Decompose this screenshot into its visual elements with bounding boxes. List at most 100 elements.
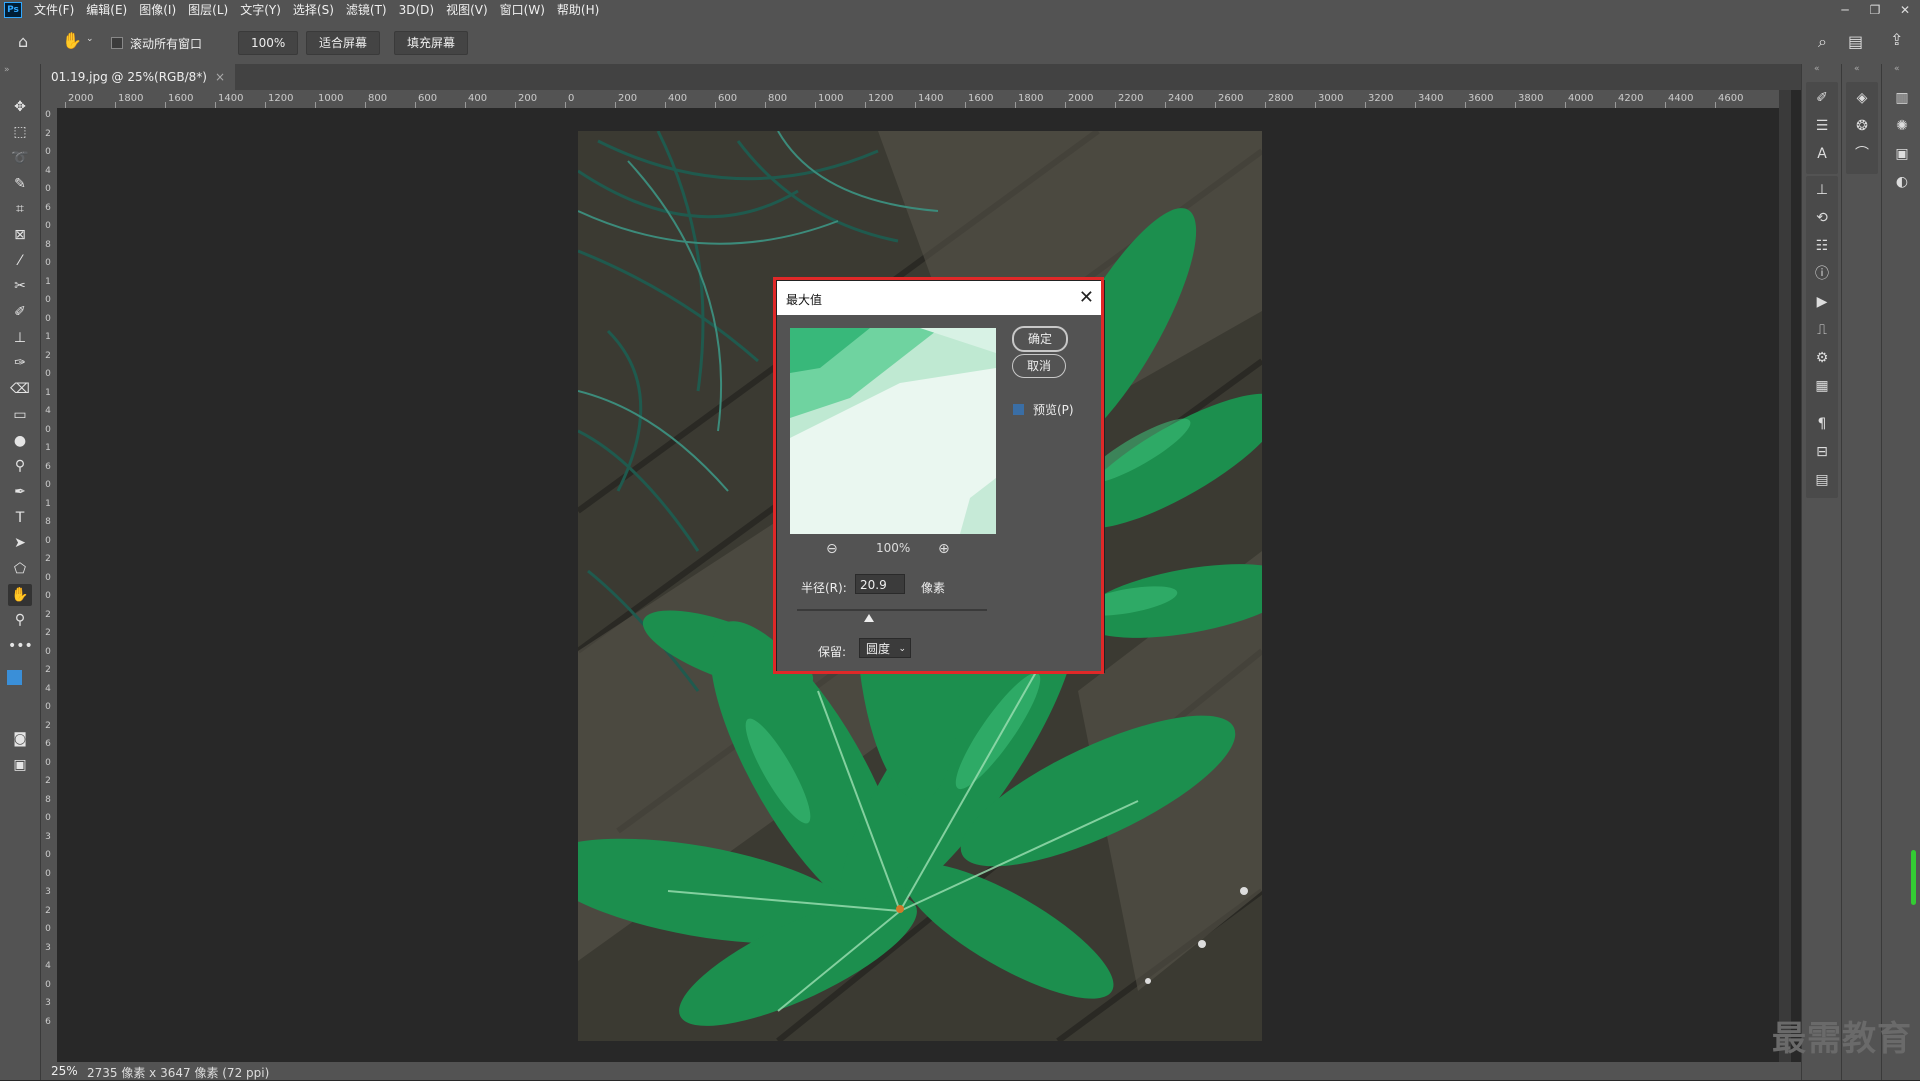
menu-help[interactable]: 帮助(H) [551, 0, 605, 20]
navigator-icon[interactable]: ✺ [1892, 116, 1912, 136]
fit-screen-button[interactable]: 适合屏幕 [306, 31, 381, 55]
healing-tool-icon[interactable]: ✂ [8, 275, 32, 297]
gradient-tool-icon[interactable]: ▭ [8, 404, 32, 426]
type-tool-icon[interactable]: T [8, 507, 32, 529]
zoom-tool-icon[interactable]: ⚲ [8, 609, 32, 631]
screen-mode-icon[interactable]: ▣ [8, 754, 32, 776]
home-icon[interactable]: ⌂ [18, 32, 28, 51]
watermark: 最需教育 [1772, 1019, 1912, 1059]
character-icon[interactable]: A [1812, 144, 1832, 164]
menu-window[interactable]: 窗口(W) [494, 0, 551, 20]
lasso-tool-icon[interactable]: ➰ [8, 147, 32, 169]
zoom-100-button[interactable]: 100% [238, 31, 299, 55]
adjustments-icon[interactable]: ☰ [1812, 116, 1832, 136]
ruler-top-label: 3200 [1368, 93, 1394, 104]
info-icon[interactable]: ⓘ [1812, 264, 1832, 284]
history-brush-tool-icon[interactable]: ✑ [8, 352, 32, 374]
blur-tool-icon[interactable]: ● [8, 430, 32, 452]
glyphs-icon[interactable]: ⎍ [1812, 320, 1832, 340]
3d-icon[interactable]: ⚙ [1812, 348, 1832, 368]
ruler-left-label: 6 [45, 202, 51, 213]
brush-settings-icon[interactable]: ✐ [1812, 88, 1832, 108]
panel-scroll-indicator[interactable] [1911, 850, 1916, 905]
libraries-icon[interactable]: ▣ [1892, 144, 1912, 164]
ruler-top-label: 3400 [1418, 93, 1444, 104]
menu-select[interactable]: 选择(S) [287, 0, 340, 20]
menu-file[interactable]: 文件(F) [28, 0, 80, 20]
eraser-tool-icon[interactable]: ⌫ [8, 378, 32, 400]
color-icon[interactable]: ◐ [1892, 172, 1912, 192]
menu-edit[interactable]: 编辑(E) [80, 0, 133, 20]
actions-icon[interactable]: ▶ [1812, 292, 1832, 312]
menu-layer[interactable]: 图层(L) [182, 0, 234, 20]
ruler-top-label: 1600 [168, 93, 194, 104]
channels-icon[interactable]: ❂ [1852, 116, 1872, 136]
layers-icon[interactable]: ◈ [1852, 88, 1872, 108]
ruler-top-label: 4600 [1718, 93, 1744, 104]
marquee-tool-icon[interactable]: ⬚ [8, 121, 32, 143]
dodge-tool-icon[interactable]: ⚲ [8, 455, 32, 477]
chevron-down-icon[interactable]: ⌄ [86, 34, 94, 44]
pen-tool-icon[interactable]: ✒ [8, 481, 32, 503]
ruler-left-label: 0 [45, 424, 51, 435]
menu-type[interactable]: 文字(Y) [234, 0, 287, 20]
stamp-tool-icon[interactable]: ⊥ [8, 327, 32, 349]
menu-filter[interactable]: 滤镜(T) [340, 0, 393, 20]
restore-button[interactable]: ❐ [1860, 0, 1890, 20]
workspace-icon[interactable]: ▤ [1848, 32, 1863, 51]
shape-tool-icon[interactable]: ⬠ [8, 558, 32, 580]
properties-icon[interactable]: ☷ [1812, 236, 1832, 256]
status-zoom[interactable]: 25% [51, 1064, 78, 1078]
ruler-left-label: 1 [45, 387, 51, 398]
status-document-info[interactable]: 2735 像素 x 3647 像素 (72 ppi) [87, 1064, 269, 1081]
table-icon[interactable]: ▦ [1812, 376, 1832, 396]
more-tools-icon[interactable]: ••• [8, 635, 33, 657]
brush-tool-icon[interactable]: ✐ [8, 301, 32, 323]
path-select-tool-icon[interactable]: ➤ [8, 532, 32, 554]
paragraph-icon[interactable]: ¶ [1812, 414, 1832, 434]
hand-tool-button-icon[interactable]: ✋ [8, 584, 32, 606]
quick-select-tool-icon[interactable]: ✎ [8, 173, 32, 195]
menu-3d[interactable]: 3D(D) [393, 0, 440, 20]
document-tab-bar: 01.19.jpg @ 25%(RGB/8*) × [41, 64, 1801, 90]
quick-mask-icon[interactable]: ◙ [8, 728, 32, 750]
ruler-left-label: 0 [45, 850, 51, 860]
paths-icon[interactable]: ⌒ [1852, 144, 1872, 164]
ruler-top-label: 600 [418, 93, 438, 104]
ruler-top-label: 400 [668, 93, 688, 104]
hand-tool-icon[interactable]: ✋ [62, 31, 82, 50]
ruler-left-label: 1 [45, 443, 51, 453]
menu-image[interactable]: 图像(I) [133, 0, 182, 20]
layer-comps-icon[interactable]: ⊟ [1812, 442, 1832, 462]
search-icon[interactable]: ⌕ [1818, 32, 1827, 52]
share-icon[interactable]: ⇪ [1890, 30, 1903, 49]
scroll-all-windows-checkbox[interactable] [111, 37, 123, 49]
move-tool-icon[interactable]: ✥ [8, 96, 32, 118]
history-icon[interactable]: ⟲ [1812, 208, 1832, 228]
notes-icon[interactable]: ▤ [1812, 470, 1832, 490]
collapse-icon[interactable]: « [1894, 64, 1900, 74]
menu-view[interactable]: 视图(V) [440, 0, 494, 20]
document-tab[interactable]: 01.19.jpg @ 25%(RGB/8*) × [41, 64, 236, 90]
collapse-icon[interactable]: « [1814, 64, 1820, 74]
crop-tool-icon[interactable]: ⌗ [8, 198, 32, 220]
clone-source-icon[interactable]: ⊥ [1812, 180, 1832, 200]
histogram-icon[interactable]: ▥ [1892, 88, 1912, 108]
ruler-top-label: 1400 [918, 93, 944, 104]
ruler-top-label: 2000 [68, 93, 94, 104]
ruler-left-label: 6 [45, 1016, 51, 1027]
close-tab-icon[interactable]: × [215, 70, 225, 84]
ruler-top: 2000 1800 1600 1400 1200 1000 800 600 400 200 0 200… [41, 90, 1779, 109]
minimize-button[interactable]: ─ [1830, 0, 1860, 20]
canvas-scrollbar[interactable] [1779, 90, 1791, 1062]
eyedropper-tool-icon[interactable]: ⁄ [8, 250, 32, 272]
frame-tool-icon[interactable]: ⊠ [8, 224, 32, 246]
ruler-left-label: 0 [45, 757, 51, 768]
ruler-top-label: 4400 [1668, 93, 1694, 104]
foreground-color-swatch[interactable] [7, 670, 22, 685]
close-window-button[interactable]: ✕ [1890, 0, 1920, 20]
ruler-left-label: 0 [45, 868, 51, 879]
collapse-icon[interactable]: « [1854, 64, 1860, 74]
fill-screen-button[interactable]: 填充屏幕 [394, 31, 469, 55]
collapse-icon[interactable]: » [4, 65, 10, 75]
